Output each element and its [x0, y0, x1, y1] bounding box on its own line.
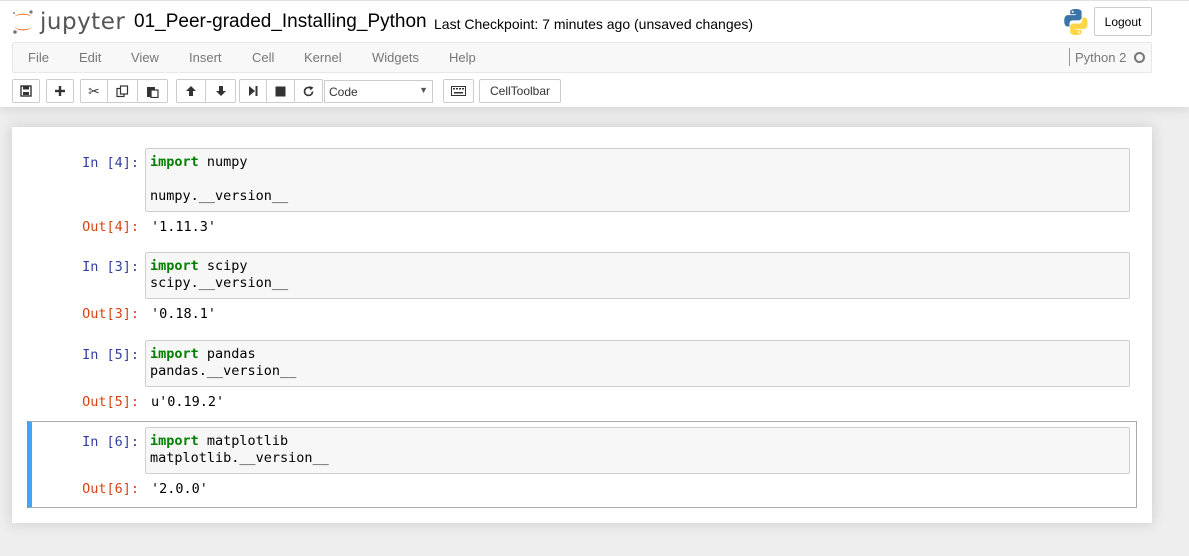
- code-line: scipy.__version__: [150, 275, 289, 291]
- copy-button[interactable]: [108, 79, 138, 103]
- menu-edit[interactable]: Edit: [79, 50, 101, 65]
- code-line: import scipy: [150, 258, 1125, 275]
- arrow-up-icon: [186, 86, 196, 96]
- interrupt-kernel-button[interactable]: [267, 79, 295, 103]
- menu-file[interactable]: File: [28, 50, 49, 65]
- menu-insert[interactable]: Insert: [189, 50, 222, 65]
- in-prompt: In [5]:: [82, 347, 139, 363]
- code-keyword: import: [150, 154, 199, 170]
- code-line: pandas.__version__: [150, 363, 297, 379]
- jupyter-logo-text: jupyter: [40, 9, 126, 35]
- menu-cell[interactable]: Cell: [252, 50, 274, 65]
- in-prompt: In [4]:: [82, 155, 139, 171]
- cell-type-value: Code: [329, 85, 358, 99]
- code-input[interactable]: import numpy numpy.__version__: [145, 148, 1130, 212]
- paste-icon: [147, 86, 159, 98]
- kernel-idle-indicator-icon: [1134, 52, 1145, 63]
- code-module: pandas: [198, 346, 256, 362]
- output-text: '2.0.0': [151, 481, 208, 497]
- code-line: import pandas: [150, 346, 1125, 363]
- code-cell[interactable]: In [4]: import numpy numpy.__version__ O…: [27, 142, 1137, 242]
- code-line: matplotlib.__version__: [150, 450, 329, 466]
- code-module: matplotlib: [198, 433, 289, 449]
- arrow-down-icon: [215, 86, 226, 96]
- save-icon: [20, 85, 32, 97]
- notebook-container: In [4]: import numpy numpy.__version__ O…: [12, 127, 1152, 523]
- output-text: u'0.19.2': [151, 394, 225, 410]
- python-logo-icon: [1064, 9, 1088, 35]
- output-text: '1.11.3': [151, 219, 217, 235]
- cell-type-select[interactable]: Code ▼: [324, 80, 433, 103]
- in-prompt: In [3]:: [82, 259, 139, 275]
- celltoolbar-button[interactable]: CellToolbar: [479, 79, 561, 103]
- code-input[interactable]: import pandas pandas.__version__: [145, 340, 1130, 387]
- paste-button[interactable]: [138, 79, 168, 103]
- jupyter-logo[interactable]: jupyter: [11, 7, 125, 37]
- code-module: numpy: [198, 154, 248, 170]
- notebook-title[interactable]: 01_Peer-graded_Installing_Python: [134, 11, 427, 33]
- menu-widgets[interactable]: Widgets: [372, 50, 419, 65]
- code-line: import numpy: [150, 154, 1125, 171]
- restart-icon: [303, 85, 314, 96]
- kernel-name: Python 2: [1075, 50, 1127, 65]
- insert-cell-button[interactable]: [46, 79, 74, 103]
- menu-help[interactable]: Help: [449, 50, 476, 65]
- kernel-separator: [1069, 48, 1070, 66]
- command-palette-button[interactable]: [443, 79, 474, 103]
- code-keyword: import: [150, 258, 199, 274]
- checkpoint-status: Last Checkpoint: 7 minutes ago (unsaved …: [434, 16, 754, 32]
- code-line: numpy.__version__: [150, 188, 289, 204]
- jupyter-logo-icon: [12, 10, 33, 34]
- code-cell-selected[interactable]: In [6]: import matplotlib matplotlib.__v…: [27, 421, 1137, 508]
- restart-kernel-button[interactable]: [295, 79, 323, 103]
- out-prompt: Out[6]:: [82, 481, 139, 497]
- stop-icon: [275, 86, 286, 96]
- move-down-button[interactable]: [206, 79, 236, 103]
- code-input[interactable]: import matplotlib matplotlib.__version__: [145, 427, 1130, 474]
- keyboard-icon: [451, 86, 466, 96]
- menu-view[interactable]: View: [131, 50, 159, 65]
- out-prompt: Out[5]:: [82, 394, 139, 410]
- copy-icon: [116, 84, 129, 97]
- menu-kernel[interactable]: Kernel: [304, 50, 342, 65]
- code-cell[interactable]: In [3]: import scipy scipy.__version__ O…: [27, 246, 1137, 326]
- code-line: import matplotlib: [150, 433, 1125, 450]
- code-module: scipy: [198, 258, 248, 274]
- cut-icon: ✂: [88, 82, 100, 99]
- cut-button[interactable]: ✂: [80, 79, 108, 103]
- code-keyword: import: [150, 346, 199, 362]
- menubar: File Edit View Insert Cell Kernel Widget…: [12, 42, 1152, 73]
- out-prompt: Out[3]:: [82, 306, 139, 322]
- code-cell[interactable]: In [5]: import pandas pandas.__version__…: [27, 334, 1137, 414]
- header: jupyter 01_Peer-graded_Installing_Python…: [0, 0, 1189, 107]
- run-icon: [249, 86, 258, 96]
- in-prompt: In [6]:: [82, 434, 139, 450]
- out-prompt: Out[4]:: [82, 219, 139, 235]
- move-up-button[interactable]: [176, 79, 206, 103]
- plus-icon: [55, 86, 65, 96]
- logout-button[interactable]: Logout: [1094, 7, 1152, 36]
- output-text: '0.18.1': [151, 306, 217, 322]
- run-cell-button[interactable]: [239, 79, 267, 103]
- chevron-down-icon: ▼: [419, 85, 428, 95]
- code-keyword: import: [150, 433, 199, 449]
- save-button[interactable]: [12, 79, 40, 103]
- code-input[interactable]: import scipy scipy.__version__: [145, 252, 1130, 299]
